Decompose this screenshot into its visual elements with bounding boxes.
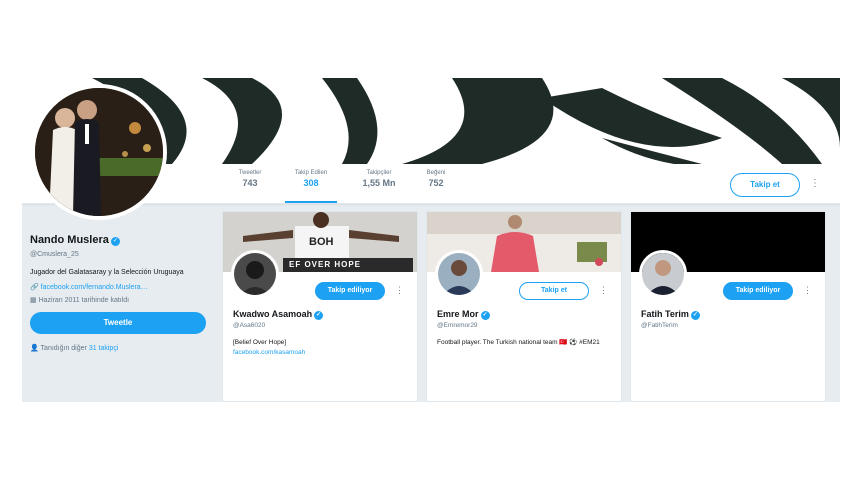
more-options-icon[interactable]: ⋮: [803, 285, 812, 296]
profile-name[interactable]: Nando Muslera: [30, 234, 109, 246]
follow-button[interactable]: Takip et: [730, 173, 800, 197]
profile-joined-date: Haziran 2011 tarihinde katıldı: [38, 297, 130, 304]
card-avatar[interactable]: [435, 250, 483, 298]
verified-badge-icon: ✓: [480, 311, 490, 320]
verified-badge-icon: ✓: [690, 311, 700, 320]
stat-value: 308: [303, 178, 319, 188]
card-bio-text: [Belief Over Hope]: [233, 339, 287, 346]
card-handle: @Emremor29: [437, 322, 478, 329]
card-avatar[interactable]: [639, 250, 687, 298]
verified-badge-icon: ✓: [110, 237, 120, 246]
stat-tweets[interactable]: Tweetler 743: [224, 170, 276, 188]
more-options-icon[interactable]: ⋮: [810, 178, 820, 189]
profile-website-row: 🔗 facebook.com/fernando.Muslera…: [30, 283, 212, 291]
card-bio-link[interactable]: facebook.com/kasamoah: [233, 348, 409, 358]
profile-avatar[interactable]: [31, 84, 167, 220]
card-name[interactable]: Kwadwo Asamoah: [233, 309, 312, 319]
verified-badge-icon: ✓: [314, 311, 324, 320]
card-handle: @FatihTerim: [641, 322, 678, 329]
card-name-row: Fatih Terim ✓: [641, 309, 700, 320]
link-icon: 🔗: [30, 284, 39, 291]
card-bio: Football player. The Turkish national te…: [437, 339, 600, 346]
card-name[interactable]: Fatih Terim: [641, 309, 689, 319]
stat-label: Beğeni: [426, 170, 446, 176]
profile-handle: @Cmuslera_25: [30, 251, 79, 258]
known-followers: 👤 Tanıdığın diğer 31 takipçi: [30, 344, 212, 352]
stat-value: 743: [242, 178, 258, 188]
tweet-button[interactable]: Tweetle: [30, 312, 206, 334]
stat-label: Takip Edilen: [294, 170, 328, 176]
card-banner-subtext: EF OVER HOPE: [289, 260, 362, 269]
known-followers-prefix: Tanıdığın diğer: [40, 345, 87, 352]
card-avatar[interactable]: [231, 250, 279, 298]
known-followers-link[interactable]: 31 takipçi: [89, 345, 119, 352]
stat-label: Takipçiler: [366, 170, 392, 176]
stat-likes[interactable]: Beğeni 752: [410, 170, 462, 188]
card-follow-button[interactable]: Takip et: [519, 282, 589, 300]
stat-following[interactable]: Takip Edilen 308: [285, 170, 337, 203]
profile-joined-row: ▦ Haziran 2011 tarihinde katıldı: [30, 296, 212, 304]
card-name[interactable]: Emre Mor: [437, 309, 479, 319]
card-name-row: Kwadwo Asamoah ✓: [233, 309, 324, 320]
profile-name-row: Nando Muslera ✓: [30, 230, 212, 248]
card-follow-button[interactable]: Takip ediliyor: [723, 282, 793, 300]
calendar-icon: ▦: [30, 297, 37, 304]
followers-icon: 👤: [30, 345, 39, 352]
stat-value: 752: [428, 178, 444, 188]
card-name-row: Emre Mor ✓: [437, 309, 490, 320]
profile-page: Tweetler 743 Takip Edilen 308 Takipçiler…: [22, 78, 840, 402]
user-card[interactable]: Takip et ⋮ Emre Mor ✓ @Emremor29 Football…: [426, 211, 622, 402]
user-card[interactable]: Takip ediliyor ⋮ Fatih Terim ✓ @FatihTeri…: [630, 211, 826, 402]
stat-followers[interactable]: Takipçiler 1,55 Mn: [353, 170, 405, 188]
card-follow-button[interactable]: Takip ediliyor: [315, 282, 385, 300]
more-options-icon[interactable]: ⋮: [599, 285, 608, 296]
card-banner-text: BOH: [309, 236, 334, 248]
card-handle: @Asa6020: [233, 322, 266, 329]
profile-website-link[interactable]: facebook.com/fernando.Muslera…: [41, 284, 148, 291]
profile-sidebar: Nando Muslera ✓ @Cmuslera_25 Jugador del …: [30, 230, 212, 352]
profile-bio: Jugador del Galatasaray y la Selección U…: [30, 269, 184, 276]
stat-value: 1,55 Mn: [362, 178, 396, 188]
stat-label: Tweetler: [238, 170, 262, 176]
more-options-icon[interactable]: ⋮: [395, 285, 404, 296]
user-card[interactable]: BOH EF OVER HOPE Takip ediliyor ⋮ Kwadwo…: [222, 211, 418, 402]
card-bio: [Belief Over Hope] facebook.com/kasamoah: [233, 338, 409, 358]
